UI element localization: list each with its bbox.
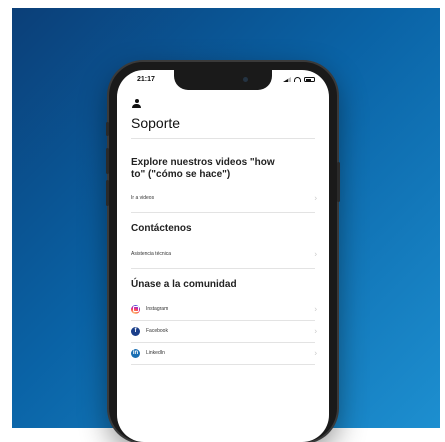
phone-frame: 21:17 Soporte Explore nuestros videos "h… <box>106 62 340 442</box>
divider <box>131 268 315 269</box>
signal-icon <box>283 77 291 82</box>
facebook-icon: f <box>131 326 140 336</box>
instagram-label: Instagram <box>146 306 169 312</box>
mute-switch <box>106 122 109 136</box>
facebook-row[interactable]: f Facebook › <box>131 322 317 340</box>
divider <box>131 320 315 321</box>
divider <box>131 364 315 365</box>
chevron-right-icon: › <box>314 348 317 358</box>
facebook-label: Facebook <box>146 328 168 334</box>
chevron-right-icon: › <box>314 326 317 336</box>
section-title-videos: Explore nuestros videos "how to" ("cómo … <box>131 157 275 180</box>
phone-screen: 21:17 Soporte Explore nuestros videos "h… <box>117 70 329 442</box>
notch <box>174 70 272 90</box>
chevron-right-icon: › <box>314 304 317 314</box>
battery-icon <box>304 77 315 82</box>
volume-down-button <box>106 180 109 206</box>
linkedin-label: LinkedIn <box>146 350 165 356</box>
section-title-contact: Contáctenos <box>131 223 192 234</box>
chevron-right-icon: › <box>314 249 317 259</box>
support-link-row[interactable]: Asistencia técnica › <box>131 245 317 263</box>
divider <box>131 212 315 213</box>
linkedin-row[interactable]: in LinkedIn › <box>131 344 317 362</box>
instagram-row[interactable]: Instagram › <box>131 300 317 318</box>
power-button <box>337 162 340 202</box>
divider <box>131 138 315 139</box>
chevron-right-icon: › <box>314 193 317 203</box>
camera-dot <box>243 77 248 82</box>
status-time: 21:17 <box>137 76 155 83</box>
user-icon[interactable] <box>132 99 141 109</box>
section-title-community: Únase a la comunidad <box>131 279 237 290</box>
linkedin-icon: in <box>131 348 140 358</box>
divider <box>131 342 315 343</box>
videos-link-label: Ir a videos <box>131 195 155 201</box>
status-icons <box>283 77 315 82</box>
wifi-icon <box>294 77 301 82</box>
volume-up-button <box>106 148 109 174</box>
videos-link-row[interactable]: Ir a videos › <box>131 189 317 207</box>
instagram-icon <box>131 304 140 314</box>
support-link-label: Asistencia técnica <box>131 251 172 257</box>
page-title: Soporte <box>131 115 181 131</box>
